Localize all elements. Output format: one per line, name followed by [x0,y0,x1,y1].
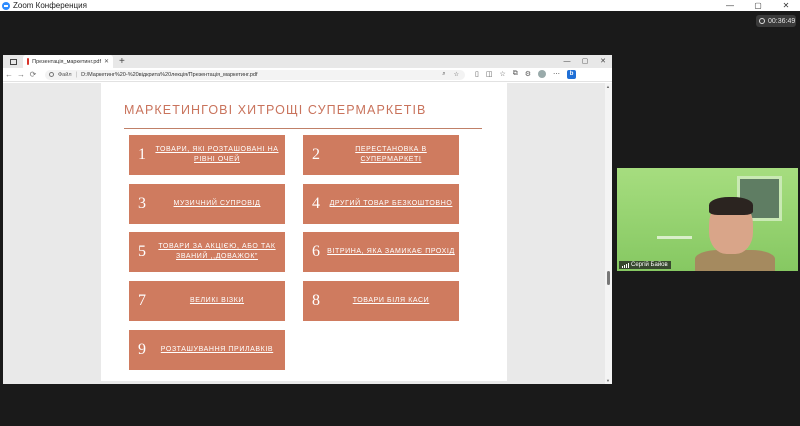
more-menu-icon[interactable]: ⋯ [553,70,560,79]
card-number: 1 [138,146,146,163]
tab-close-button[interactable]: ✕ [104,58,109,65]
bing-copilot-icon[interactable]: b [567,70,577,79]
zoom-window-title: Zoom Конференция [13,1,87,10]
browser-tab-pdf[interactable]: Презентація_маркетинг.pdf ✕ [23,55,113,68]
title-divider [124,128,482,129]
zoom-window-controls: — ▢ ✕ [716,0,800,11]
card-number: 7 [138,292,146,309]
back-button[interactable]: ← [3,70,15,79]
card-number: 4 [312,195,320,212]
card-link[interactable]: РОЗТАШУВАННЯ ПРИЛАВКІВ [153,345,285,355]
timer-text: 00:36:49 [768,17,796,25]
profile-avatar[interactable] [538,70,547,78]
zoom-logo-icon [2,1,10,10]
video-shelf-scene [657,236,692,239]
card-number: 6 [312,243,320,260]
new-tab-button[interactable]: + [119,56,125,67]
zoom-title-bar: Zoom Конференция — ▢ ✕ [0,0,800,11]
card-3[interactable]: 3 МУЗИЧНИЙ СУПРОВІД [129,184,285,224]
zoom-search-icon[interactable]: ⌕ [442,71,445,78]
browser-close-button[interactable]: ✕ [594,55,612,68]
collections-icon[interactable]: ⧉ [513,70,518,79]
card-2[interactable]: 2 ПЕРЕСТАНОВКА В СУПЕРМАРКЕТІ [303,135,459,175]
pdf-page: МАРКЕТИНГОВІ ХИТРОЩІ СУПЕРМАРКЕТІВ 1 ТОВ… [101,83,507,381]
card-link[interactable]: ВЕЛИКІ ВІЗКИ [153,296,285,306]
card-9[interactable]: 9 РОЗТАШУВАННЯ ПРИЛАВКІВ [129,330,285,370]
url-actions: ⌕ ☆ [442,71,465,78]
slide-title: МАРКЕТИНГОВІ ХИТРОЩІ СУПЕРМАРКЕТІВ [124,103,427,117]
pdf-viewer: МАРКЕТИНГОВІ ХИТРОЩІ СУПЕРМАРКЕТІВ 1 ТОВ… [3,83,612,384]
tab-actions-icon[interactable] [10,58,17,65]
card-number: 3 [138,195,146,212]
scroll-thumb[interactable] [607,271,610,285]
participant-name: Сергій Байов [631,262,668,268]
refresh-button[interactable]: ⟳ [27,70,39,79]
maximize-button[interactable]: ▢ [744,0,772,11]
participant-video[interactable]: Сергій Байов [617,168,798,271]
card-4[interactable]: 4 ДРУГИЙ ТОВАР БЕЗКОШТОВНО [303,184,459,224]
browser-minimize-button[interactable]: — [558,55,576,68]
card-5[interactable]: 5 ТОВАРИ ЗА АКЦІЄЮ, АБО ТАК ЗВАНИЙ ,,ДОВ… [129,232,285,272]
url-input[interactable]: Файл | D:/Маркетинг%20-%20відкрита%20лек… [45,69,465,80]
tab-label: Презентація_маркетинг.pdf [32,58,101,65]
browser-window-controls: — ▢ ✕ [558,55,612,68]
url-scheme-label: Файл [58,71,72,78]
split-screen-icon[interactable]: ◫ [486,70,493,79]
close-button[interactable]: ✕ [772,0,800,11]
card-number: 2 [312,146,320,163]
card-number: 9 [138,341,146,358]
pdf-file-icon [27,58,30,65]
forward-button[interactable]: → [15,70,27,79]
scroll-up-arrow-icon[interactable]: ▲ [606,84,610,89]
favorite-star-icon[interactable]: ☆ [454,71,459,78]
card-number: 8 [312,292,320,309]
url-text: D:/Маркетинг%20-%20відкрита%20лекція/Пре… [81,71,258,78]
card-number: 5 [138,243,146,260]
clock-icon [759,18,765,24]
scroll-down-arrow-icon[interactable]: ▼ [606,378,610,383]
minimize-button[interactable]: — [716,0,744,11]
favorites-icon[interactable]: ☆ [499,70,505,79]
meeting-timer: 00:36:49 [756,15,796,27]
card-link[interactable]: ДРУГИЙ ТОВАР БЕЗКОШТОВНО [327,199,459,209]
reader-view-icon[interactable]: ▯ [475,70,479,79]
info-icon [49,72,54,77]
browser-maximize-button[interactable]: ▢ [576,55,594,68]
browser-toolbar: ▯ ◫ ☆ ⧉ ⚙ ⋯ b [475,70,577,79]
card-link[interactable]: ТОВАРИ ЗА АКЦІЄЮ, АБО ТАК ЗВАНИЙ ,,ДОВАЖ… [153,242,285,262]
card-8[interactable]: 8 ТОВАРИ БІЛЯ КАСИ [303,281,459,321]
card-6[interactable]: 6 ВІТРИНА, ЯКА ЗАМИКАЄ ПРОХІД [303,232,459,272]
card-link[interactable]: ТОВАРИ, ЯКІ РОЗТАШОВАНІ НА РІВНІ ОЧЕЙ [153,145,285,165]
participant-name-tag: Сергій Байов [619,261,671,269]
card-link[interactable]: МУЗИЧНИЙ СУПРОВІД [153,199,285,209]
participant-hair [709,197,753,215]
extensions-icon[interactable]: ⚙ [525,70,531,79]
card-link[interactable]: ВІТРИНА, ЯКА ЗАМИКАЄ ПРОХІД [327,247,459,257]
shared-screen-browser: Презентація_маркетинг.pdf ✕ + — ▢ ✕ ← → … [3,55,612,384]
card-7[interactable]: 7 ВЕЛИКІ ВІЗКИ [129,281,285,321]
card-link[interactable]: ПЕРЕСТАНОВКА В СУПЕРМАРКЕТІ [327,145,459,165]
browser-address-bar: ← → ⟳ Файл | D:/Маркетинг%20-%20відкрита… [3,68,612,82]
browser-tab-bar: Презентація_маркетинг.pdf ✕ + — ▢ ✕ [3,55,612,68]
pdf-scrollbar[interactable]: ▲ ▼ [605,83,612,384]
signal-strength-icon [622,262,629,268]
card-1[interactable]: 1 ТОВАРИ, ЯКІ РОЗТАШОВАНІ НА РІВНІ ОЧЕЙ [129,135,285,175]
url-separator: | [75,71,78,78]
card-link[interactable]: ТОВАРИ БІЛЯ КАСИ [327,296,459,306]
